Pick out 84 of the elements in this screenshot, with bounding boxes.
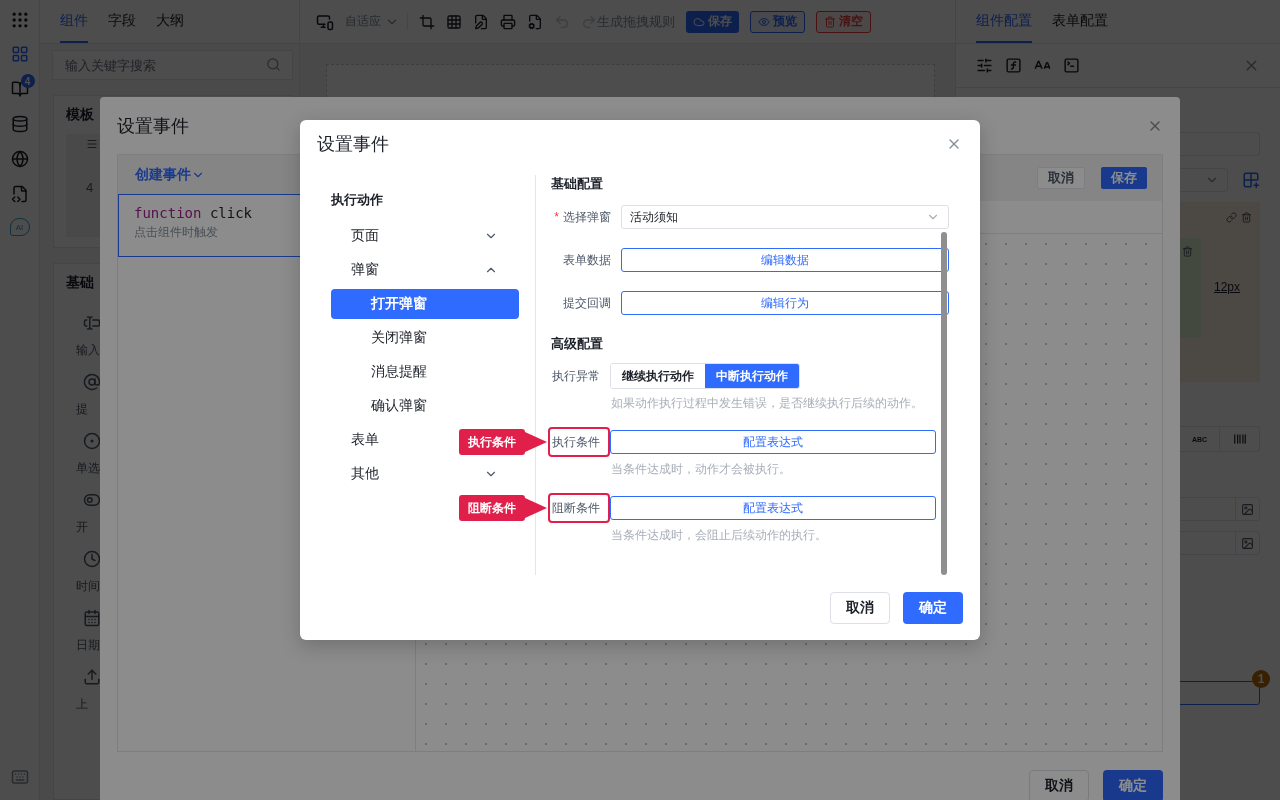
footer-button[interactable]: 取消 <box>1029 770 1089 800</box>
required-mark: * <box>554 209 559 224</box>
globe-icon[interactable] <box>10 150 29 168</box>
section-heading: 高级配置 <box>551 335 604 353</box>
create-event-dropdown[interactable]: 创建事件 <box>135 165 205 184</box>
segment-option[interactable]: 中断执行动作 <box>705 364 799 388</box>
event-signature: function click <box>134 205 254 221</box>
help-text: 当条件达成时，动作才会被执行。 <box>611 461 792 478</box>
field-label: 执行条件 <box>548 427 610 457</box>
function-icon[interactable] <box>1005 57 1022 74</box>
component-icon[interactable] <box>83 314 101 332</box>
tab[interactable]: 大纲 <box>156 0 184 43</box>
tab[interactable]: 组件 <box>60 0 88 43</box>
cloud-icon <box>693 15 705 28</box>
nav-group[interactable]: 弹窗 <box>351 261 379 279</box>
image-icon[interactable] <box>1241 536 1254 550</box>
print-icon[interactable] <box>500 13 516 30</box>
footer-button[interactable]: 确定 <box>1103 770 1163 800</box>
modal-title: 设置事件 <box>117 114 189 138</box>
eye-icon <box>758 15 770 28</box>
edit-button[interactable]: 编辑行为 <box>621 291 949 315</box>
callout-label: 执行条件 <box>459 429 547 455</box>
event-description: 点击组件时触发 <box>134 224 218 241</box>
device-icon[interactable] <box>316 12 334 31</box>
code-file-icon[interactable] <box>10 185 29 203</box>
component-icon[interactable] <box>83 609 101 627</box>
crop-icon[interactable] <box>419 13 435 30</box>
card-title: 基础 <box>66 274 95 292</box>
barcode-icon[interactable] <box>1232 432 1247 446</box>
card-title: 模板 <box>66 106 95 124</box>
dialog-title: 设置事件 <box>317 132 389 156</box>
component-icon[interactable] <box>83 550 101 568</box>
footer-button[interactable]: 取消 <box>830 592 890 624</box>
database-icon[interactable] <box>10 115 29 133</box>
count-badge: 1 <box>1252 670 1270 688</box>
component-icon[interactable] <box>83 491 101 509</box>
nav-item[interactable]: 打开弹窗 <box>331 289 519 319</box>
field-label: 选择弹窗 <box>563 209 611 224</box>
tab[interactable]: 表单配置 <box>1052 0 1108 43</box>
nav-group[interactable]: 表单 <box>351 431 379 449</box>
expression-button[interactable]: 配置表达式 <box>610 496 936 520</box>
count-badge: 4 <box>20 74 35 88</box>
toolbar-button[interactable]: 保存 <box>686 10 739 33</box>
field-label: 提交回调 <box>563 295 611 310</box>
callout-label: 阻断条件 <box>459 495 547 521</box>
toolbar-button[interactable]: 保存 <box>1101 167 1147 189</box>
help-text: 如果动作执行过程中发生错误，是否继续执行后续的动作。 <box>611 395 924 412</box>
delete-icon[interactable] <box>1182 246 1193 257</box>
scrollbar[interactable] <box>941 232 947 575</box>
list-icon <box>86 138 98 150</box>
image-icon[interactable] <box>1241 502 1254 516</box>
grid-icon[interactable] <box>446 13 462 30</box>
link-icon[interactable] <box>1226 212 1237 223</box>
component-icon[interactable] <box>83 668 101 686</box>
nav-group[interactable]: 页面 <box>351 227 379 245</box>
toolbar-button[interactable]: 取消 <box>1037 167 1085 189</box>
size-value: 12px <box>1213 280 1240 294</box>
apps-icon[interactable] <box>10 45 29 63</box>
field-label: 表单数据 <box>563 252 611 267</box>
nav-item[interactable]: 关闭弹窗 <box>331 323 519 353</box>
nav-heading: 执行动作 <box>331 191 384 209</box>
search-icon[interactable] <box>266 57 281 72</box>
component-icon[interactable] <box>83 373 101 391</box>
terminal-icon[interactable] <box>1063 57 1080 74</box>
help-text: 当条件达成时，会阻止后续动作的执行。 <box>611 527 828 544</box>
delete-icon[interactable] <box>1241 212 1252 223</box>
nav-item[interactable]: 消息提醒 <box>331 357 519 387</box>
keyboard-icon[interactable] <box>10 768 29 786</box>
expression-button[interactable]: 配置表达式 <box>610 430 936 454</box>
field-label: 执行异常 <box>551 367 601 385</box>
add-grid-icon[interactable] <box>1242 171 1260 189</box>
section-heading: 基础配置 <box>551 175 604 193</box>
field-label: 阻断条件 <box>548 493 610 523</box>
trash-icon <box>824 15 836 28</box>
edit-button[interactable]: 编辑数据 <box>621 248 949 272</box>
edit-icon[interactable] <box>473 13 489 30</box>
nav-item[interactable]: 确认弹窗 <box>331 391 519 421</box>
footer-button[interactable]: 确定 <box>903 592 963 624</box>
nav-group[interactable]: 其他 <box>351 465 379 483</box>
popup-select[interactable]: 活动须知 <box>621 205 949 229</box>
file-icon[interactable] <box>527 13 543 30</box>
sliders-icon[interactable] <box>976 57 993 74</box>
component-icon[interactable] <box>83 432 101 450</box>
tab[interactable]: 字段 <box>108 0 136 43</box>
